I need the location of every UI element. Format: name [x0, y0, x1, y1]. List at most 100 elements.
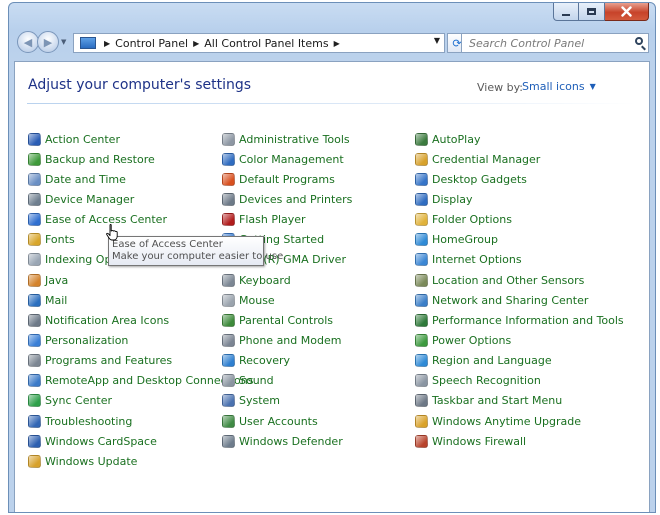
control-panel-item[interactable]: Notification Area Icons — [28, 311, 169, 329]
control-panel-item[interactable]: Parental Controls — [222, 311, 333, 329]
control-panel-item[interactable]: RemoteApp and Desktop Connections — [28, 372, 253, 390]
control-panel-item[interactable]: Windows Firewall — [415, 432, 526, 450]
control-panel-item[interactable]: Keyboard — [222, 271, 291, 289]
control-panel-item[interactable]: Default Programs — [222, 170, 335, 188]
control-panel-item-label: Parental Controls — [239, 313, 333, 327]
control-panel-item-label: Phone and Modem — [239, 334, 342, 347]
control-panel-item[interactable]: Mail — [28, 291, 67, 309]
breadcrumb-all-items[interactable]: All Control Panel Items — [204, 37, 328, 50]
breadcrumb-separator-icon[interactable]: ▶ — [334, 39, 340, 48]
control-panel-item[interactable]: Backup and Restore — [28, 150, 155, 168]
control-panel-item[interactable]: Performance Information and Tools — [415, 311, 624, 329]
fonts-icon — [28, 233, 41, 247]
control-panel-item-label: Display — [432, 192, 473, 206]
control-panel-item[interactable]: Sync Center — [28, 392, 112, 410]
address-dropdown-icon[interactable]: ▼ — [434, 36, 440, 45]
control-panel-item[interactable]: Recovery — [222, 352, 290, 370]
flag-icon — [28, 132, 41, 146]
control-panel-item[interactable]: Sound — [222, 372, 274, 390]
control-panel-item[interactable]: Troubleshooting — [28, 412, 132, 430]
power-icon — [415, 334, 428, 347]
control-panel-item[interactable]: Credential Manager — [415, 150, 540, 168]
search-input[interactable] — [462, 34, 631, 52]
control-panel-item[interactable]: Speech Recognition — [415, 372, 541, 390]
mouse-icon — [222, 293, 235, 307]
recovery-icon — [222, 354, 235, 368]
control-panel-item[interactable]: Region and Language — [415, 352, 552, 370]
troubleshooting-icon — [28, 414, 41, 428]
recent-pages-dropdown-icon[interactable]: ▼ — [61, 38, 66, 46]
control-panel-item[interactable]: Color Management — [222, 150, 344, 168]
control-panel-item[interactable]: Programs and Features — [28, 352, 172, 370]
control-panel-item[interactable]: Java — [28, 271, 68, 289]
control-panel-item-label: AutoPlay — [432, 132, 481, 146]
control-panel-item-label: Administrative Tools — [239, 132, 350, 146]
tooltip-title: Ease of Access Center — [112, 239, 223, 250]
control-panel-item[interactable]: Folder Options — [415, 211, 512, 229]
control-panel-item[interactable]: Desktop Gadgets — [415, 170, 527, 188]
control-panel-item[interactable]: Action Center — [28, 130, 120, 148]
control-panel-item[interactable]: Ease of Access Center — [28, 211, 167, 229]
control-panel-item[interactable]: Location and Other Sensors — [415, 271, 584, 289]
maximize-button[interactable] — [579, 3, 605, 21]
calendar-clock-icon — [28, 172, 41, 186]
control-panel-item[interactable]: Windows Anytime Upgrade — [415, 412, 581, 430]
control-panel-item[interactable]: User Accounts — [222, 412, 318, 430]
control-panel-item[interactable]: System — [222, 392, 280, 410]
control-panel-item-label: Notification Area Icons — [45, 313, 170, 327]
minimize-button[interactable] — [553, 3, 579, 21]
back-button[interactable]: ◀ — [17, 31, 39, 53]
close-icon — [621, 6, 632, 17]
control-panel-item[interactable]: Phone and Modem — [222, 332, 341, 350]
control-panel-item[interactable]: AutoPlay — [415, 130, 480, 148]
cardspace-icon — [28, 434, 41, 448]
control-panel-item-label: Sync Center — [45, 394, 113, 408]
control-panel-item[interactable]: Flash Player — [222, 211, 306, 229]
forward-button[interactable]: ▶ — [37, 31, 59, 53]
address-bar[interactable]: ▶ Control Panel ▶ All Control Panel Item… — [73, 33, 445, 53]
control-panel-item[interactable]: Network and Sharing Center — [415, 291, 588, 309]
control-panel-item[interactable]: Display — [415, 190, 473, 208]
search-icon[interactable] — [635, 37, 643, 45]
control-panel-item-label: Windows CardSpace — [45, 434, 157, 448]
default-programs-icon — [222, 172, 235, 186]
parental-controls-icon — [222, 313, 235, 327]
view-mode-label: Small icons — [522, 80, 585, 93]
control-panel-item-label: Sound — [239, 374, 274, 388]
homegroup-icon — [415, 233, 428, 247]
control-panel-item[interactable]: Mouse — [222, 291, 275, 309]
performance-icon — [415, 313, 428, 327]
mail-icon — [28, 293, 41, 307]
system-icon — [222, 394, 235, 408]
breadcrumb-separator-icon[interactable]: ▶ — [104, 39, 110, 48]
control-panel-item-label: Color Management — [239, 152, 344, 166]
control-panel-item[interactable]: Administrative Tools — [222, 130, 350, 148]
control-panel-item[interactable]: Personalization — [28, 332, 128, 350]
control-panel-item[interactable]: Windows Defender — [222, 432, 343, 450]
control-panel-item[interactable]: Windows CardSpace — [28, 432, 157, 450]
control-panel-item[interactable]: Fonts — [28, 231, 75, 249]
view-mode-dropdown[interactable]: Small icons ▼ — [522, 80, 596, 93]
control-panel-item[interactable]: Power Options — [415, 332, 511, 350]
breadcrumb-separator-icon[interactable]: ▶ — [193, 39, 199, 48]
control-panel-item-label: Windows Defender — [239, 434, 343, 448]
control-panel-item[interactable]: Windows Update — [28, 452, 137, 470]
control-panel-item[interactable]: Devices and Printers — [222, 190, 352, 208]
display-icon — [415, 192, 428, 206]
control-panel-item[interactable]: Internet Options — [415, 251, 522, 269]
taskbar-icon — [415, 394, 428, 408]
control-panel-item[interactable]: Taskbar and Start Menu — [415, 392, 562, 410]
backup-icon — [28, 152, 41, 166]
close-button[interactable] — [605, 3, 649, 21]
control-panel-item[interactable]: Device Manager — [28, 190, 134, 208]
control-panel-item-label: Fonts — [45, 233, 75, 247]
autoplay-icon — [415, 132, 428, 146]
keyboard-icon — [222, 273, 235, 287]
navigation-bar: ◀ ▶ ▼ ▶ Control Panel ▶ All Control Pane… — [15, 30, 649, 56]
control-panel-item-label: Date and Time — [45, 172, 126, 186]
control-panel-item[interactable]: HomeGroup — [415, 231, 498, 249]
breadcrumb-control-panel[interactable]: Control Panel — [115, 37, 188, 50]
control-panel-item[interactable]: Date and Time — [28, 170, 126, 188]
microphone-icon — [415, 374, 428, 388]
indexing-icon — [28, 253, 41, 267]
